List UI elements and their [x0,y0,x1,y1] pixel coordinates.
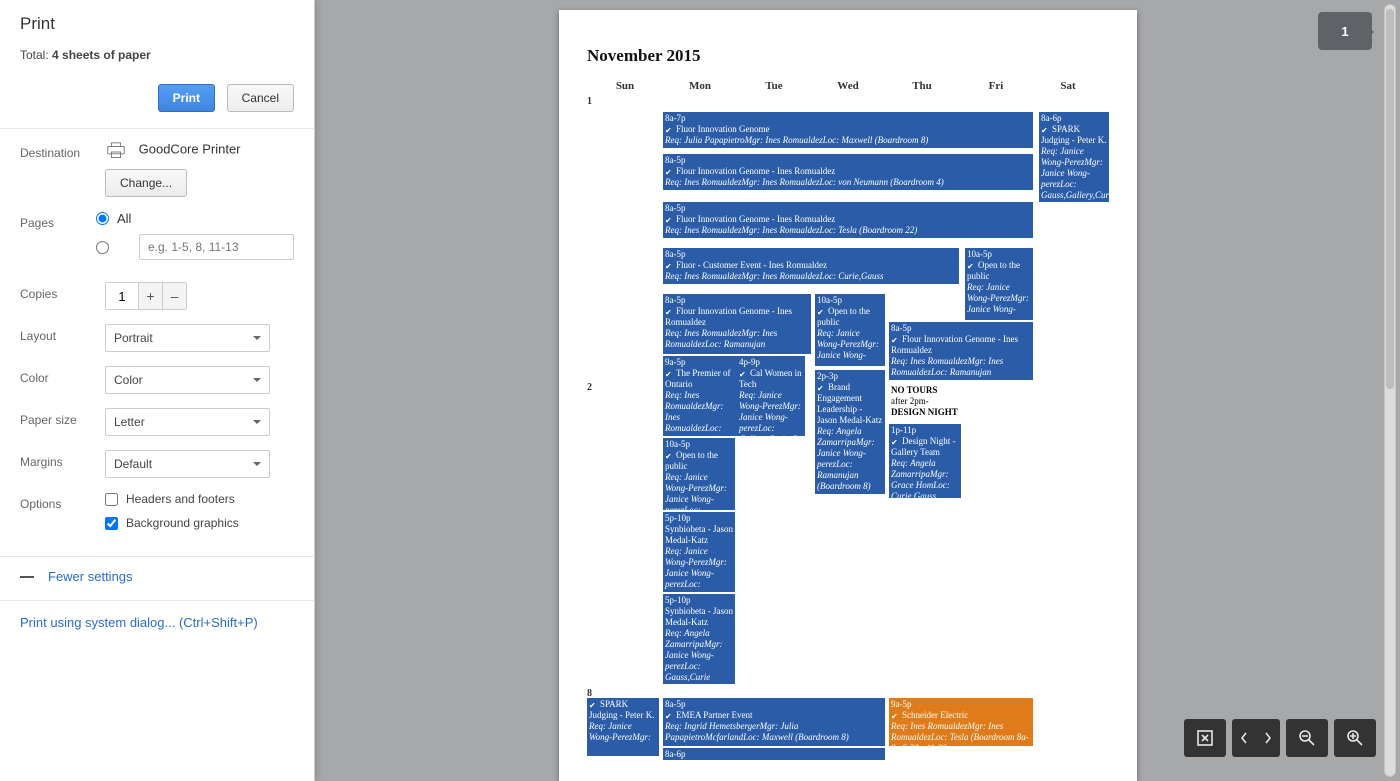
calendar-title: November 2015 [587,46,1109,66]
change-destination-button[interactable]: Change... [105,169,187,197]
check-icon [665,451,674,460]
system-print-link[interactable]: Print using system dialog... (Ctrl+Shift… [20,615,258,630]
check-icon [589,700,598,709]
check-icon [817,383,826,392]
zoom-in-button[interactable] [1334,719,1376,757]
check-icon [817,307,826,316]
check-icon [891,711,900,720]
check-icon [665,711,674,720]
minus-icon [20,576,34,578]
pages-range-input[interactable] [139,234,294,260]
bg-graphics-label: Background graphics [126,516,239,530]
check-icon [665,125,674,134]
copies-decrease-button[interactable]: – [162,283,186,309]
preview-scrollbar[interactable] [1384,4,1396,777]
event: 4p-9p Cal Women in Tech Req: Janice Wong… [737,356,805,436]
event: 8a-5p Fluor Innovation Genome - Ines Rom… [663,202,1033,238]
event: 10a-5p Open to the public Req: Janice Wo… [965,248,1033,320]
check-icon [891,437,900,446]
week-number: 1 [587,96,592,107]
copies-input[interactable] [106,283,138,309]
fewer-settings-link[interactable]: Fewer settings [48,569,133,584]
event: 8a-6p [663,748,885,760]
print-settings-panel: Print Total: 4 sheets of paper Print Can… [0,0,315,781]
page-nav-buttons[interactable] [1232,719,1280,757]
check-icon [891,335,900,344]
zoom-out-button[interactable] [1286,719,1328,757]
event-orange: 9a-5p Schneider Electric Req: Ines Romua… [889,698,1033,746]
page-indicator: 1 [1318,12,1372,50]
check-icon [739,369,748,378]
pages-label: Pages [20,211,96,230]
destination-label: Destination [20,141,105,160]
check-icon [665,369,674,378]
event: 5p-10p Synbiobeta - Jason Medal-Katz Req… [663,594,735,684]
event: 8a-5p Flour Innovation Genome - Ines Rom… [663,294,811,354]
check-icon [665,261,674,270]
check-icon [665,215,674,224]
event: 1p-11p Design Night - Gallery Team Req: … [889,424,961,498]
papersize-label: Paper size [20,408,105,427]
event: 10a-5p Open to the public Req: Janice Wo… [663,438,735,510]
copies-increase-button[interactable]: + [138,283,162,309]
bg-graphics-checkbox[interactable] [105,517,118,530]
chevron-right-icon [1264,731,1272,745]
event: 5p-10p Synbiobeta - Jason Medal-Katz Req… [663,512,735,592]
margins-select[interactable]: Default [105,450,270,478]
event: SPARK Judging - Peter K. Req: Janice Won… [587,698,659,756]
preview-toolbar [1184,719,1376,757]
event: 10a-5p Open to the public Req: Janice Wo… [815,294,885,366]
preview-page: November 2015 Sun Mon Tue Wed Thu Fri Sa… [559,10,1137,781]
cancel-button[interactable]: Cancel [227,84,294,112]
dialog-title: Print [20,14,294,34]
check-icon [665,307,674,316]
print-preview-area: 1 November 2015 Sun Mon Tue Wed Thu Fri … [315,0,1400,781]
check-icon [1041,125,1050,134]
papersize-select[interactable]: Letter [105,408,270,436]
week-number: 2 [587,382,592,393]
event: 8a-6p SPARK Judging - Peter K. Req: Jani… [1039,112,1109,202]
printer-icon [105,141,127,159]
pages-range-radio[interactable] [96,241,109,254]
event: 8a-7p Fluor Innovation Genome Req: Julia… [663,112,1033,148]
check-icon [665,167,674,176]
printer-name: GoodCore Printer [139,141,241,156]
event: 8a-5p Flour Innovation Genome - Ines Rom… [663,154,1033,190]
headers-footers-checkbox[interactable] [105,493,118,506]
pages-all-label: All [117,211,131,226]
layout-select[interactable]: Portrait [105,324,270,352]
pages-all-radio[interactable] [96,212,109,225]
event: 8a-5p Flour Innovation Genome - Ines Rom… [889,322,1033,380]
check-icon [967,261,976,270]
no-tours: NO TOURSafter 2pm-DESIGN NIGHT [889,384,961,420]
weekday-header: Sun Mon Tue Wed Thu Fri Sat [587,80,1109,92]
event: 8a-5p EMEA Partner Event Req: Ingrid Hem… [663,698,885,746]
event: 8a-5p Fluor - Customer Event - Ines Romu… [663,248,959,284]
chevron-left-icon [1240,731,1248,745]
copies-label: Copies [20,282,105,301]
total-line: Total: 4 sheets of paper [0,40,314,76]
color-label: Color [20,366,105,385]
color-select[interactable]: Color [105,366,270,394]
event: 2p-3p Brand Engagement Leadership - Jaso… [815,370,885,494]
layout-label: Layout [20,324,105,343]
event: 9a-5p The Premier of Ontario Req: Ines R… [663,356,737,436]
print-button[interactable]: Print [158,84,215,112]
headers-footers-label: Headers and footers [126,492,235,506]
options-label: Options [20,492,105,511]
fit-page-button[interactable] [1184,719,1226,757]
margins-label: Margins [20,450,105,469]
